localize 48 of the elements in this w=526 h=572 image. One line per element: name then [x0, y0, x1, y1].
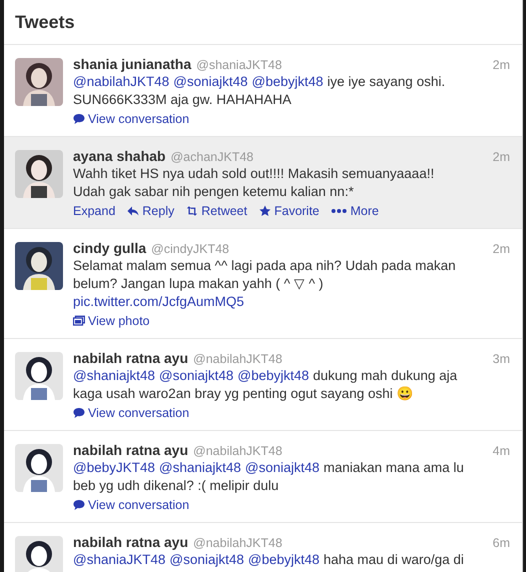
mention-link[interactable]: @soniajkt48	[173, 73, 248, 91]
tweet-text: Udah gak sabar nih pengen ketemu kalian nn:*	[73, 183, 354, 201]
panel-title: Tweets	[15, 12, 75, 32]
tweet-text: Wahh tiket HS nya udah sold out!!!! Makasih semuanyaaaa!!	[73, 165, 434, 183]
photo-link[interactable]: View photo	[73, 314, 150, 328]
tweet-text: Selamat malam semua ^^ lagi pada apa nih? Udah pada makan	[73, 257, 456, 275]
tweet-text: kaga usah waro2an bray yg penting ogut sayang oshi 😀	[73, 385, 414, 403]
speech-bubble-icon	[73, 113, 85, 125]
photo-link[interactable]: pic.twitter.com/JcfgAumMQ5	[73, 293, 244, 311]
user-name[interactable]: nabilah ratna ayu	[73, 534, 188, 550]
conversation-link[interactable]: View conversation	[73, 498, 190, 512]
tweet-text: dukung mah dukung aja	[313, 367, 458, 385]
mention-link[interactable]: @bebyJKT48	[73, 459, 155, 477]
tweet-text: belum? Jangan lupa makan yahh ( ^ ▽ ^ )	[73, 275, 324, 293]
expand-link[interactable]: Expand	[73, 204, 116, 218]
tweet-text: iye iye sayang oshi.	[327, 73, 446, 91]
more-link[interactable]: More	[331, 204, 379, 218]
photo-icon	[73, 315, 85, 327]
user-name[interactable]: ayana shahab	[73, 148, 166, 164]
tweet-text: haha mau di waro/ga di	[324, 551, 464, 569]
mention-link[interactable]: @shaniajkt48	[159, 459, 242, 477]
favorite-link[interactable]: Favorite	[259, 204, 320, 218]
tweet-item[interactable]: ayana shahab @achanJKT48 2m Wahh tiket HS nya udah sold out!!!! Makasih semuanyaaaa!! Udah gak sabar nih pengen ketemu kalian nn:* Expand Reply Retweet Favorite More	[4, 137, 522, 229]
mention-link[interactable]: @soniajkt48	[170, 551, 244, 569]
mention-link[interactable]: @bebyjkt48	[238, 367, 310, 385]
conversation-link[interactable]: View conversation	[73, 406, 190, 420]
user-name[interactable]: cindy gulla	[73, 240, 146, 256]
user-name[interactable]: nabilah ratna ayu	[73, 350, 188, 366]
retweet-icon	[186, 205, 198, 217]
mention-link[interactable]: @bebyjkt48	[252, 73, 324, 91]
speech-bubble-icon	[73, 499, 85, 511]
mention-link[interactable]: @shaniajkt48	[73, 367, 156, 385]
mention-link[interactable]: @soniajkt48	[159, 367, 234, 385]
tweet-text: beb yg udh dikenal? :( melipir dulu	[73, 477, 279, 495]
mention-link[interactable]: @shaniaJKT48	[73, 551, 166, 569]
star-icon	[259, 205, 272, 217]
mention-link[interactable]: @nabilahJKT48	[73, 73, 170, 91]
user-name[interactable]: shania junianatha	[73, 56, 192, 72]
mention-link[interactable]: @soniajkt48	[245, 459, 320, 477]
reply-icon	[127, 205, 140, 217]
mention-link[interactable]: @bebyjkt48	[248, 551, 320, 569]
user-name[interactable]: nabilah ratna ayu	[73, 442, 188, 458]
tweet-text: SUN666K333M aja gw. HAHAHAHA	[73, 91, 292, 109]
reply-link[interactable]: Reply	[127, 204, 174, 218]
retweet-link[interactable]: Retweet	[186, 204, 248, 218]
tweet-text: maniakan mana ama lu	[324, 459, 464, 477]
conversation-link[interactable]: View conversation	[73, 112, 190, 126]
speech-bubble-icon	[73, 407, 85, 419]
